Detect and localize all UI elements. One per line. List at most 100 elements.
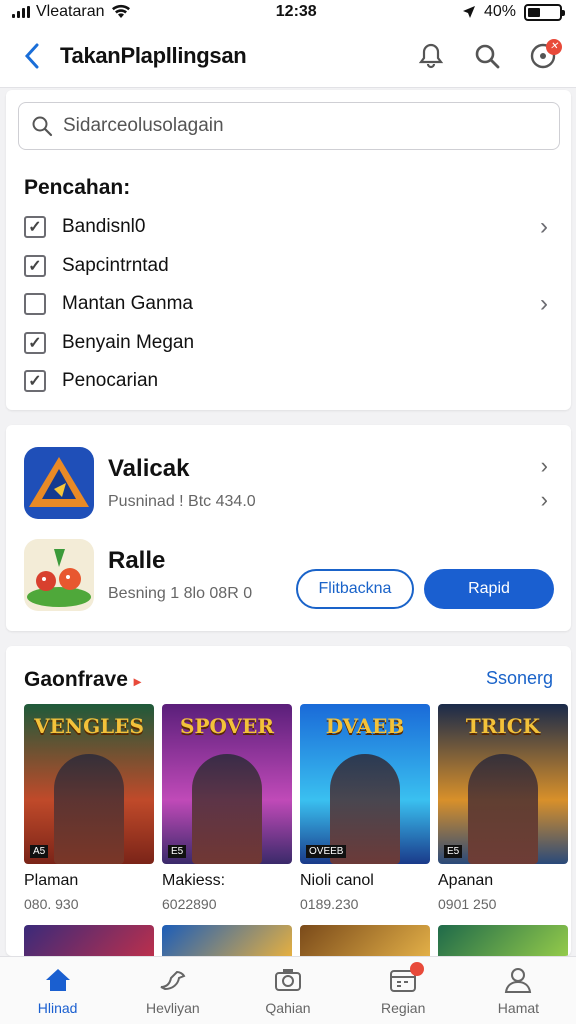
secondary-action-button[interactable]: Flitbackna bbox=[296, 569, 414, 609]
notification-badge bbox=[410, 961, 425, 976]
notification-badge: ✕ bbox=[546, 38, 562, 55]
status-left: Vleataran bbox=[12, 3, 131, 21]
see-all-link[interactable]: Ssonerg bbox=[486, 668, 553, 689]
primary-action-button[interactable]: Rapid bbox=[424, 569, 554, 609]
search-button[interactable] bbox=[468, 37, 506, 75]
checkbox[interactable]: ✓ bbox=[24, 254, 46, 277]
game-name: Apanan bbox=[438, 872, 494, 889]
section-title: Gaonfrave ▸ bbox=[24, 668, 141, 692]
game-meta: 0901 250 bbox=[438, 896, 497, 912]
battery-icon bbox=[523, 3, 565, 21]
filter-option[interactable]: ✓ Bandisnl0 › bbox=[24, 208, 554, 247]
filter-option[interactable]: ✓ Sapcintrntad bbox=[24, 247, 554, 286]
chevron-right-icon[interactable]: › bbox=[541, 453, 548, 479]
calendar-icon bbox=[388, 961, 425, 994]
tab-camera[interactable]: Qahian bbox=[230, 957, 345, 1024]
profile-icon bbox=[503, 966, 533, 994]
games-row-second bbox=[24, 925, 568, 956]
carrier-label: Vleataran bbox=[36, 3, 105, 20]
app-icon-ralle bbox=[24, 539, 94, 611]
search-icon bbox=[475, 44, 500, 68]
game-character bbox=[468, 754, 538, 864]
filter-label: Sapcintrntad bbox=[62, 254, 169, 276]
filter-option[interactable]: ✓ Benyain Megan bbox=[24, 324, 554, 363]
filter-label: Benyain Megan bbox=[62, 331, 195, 353]
profile-button[interactable]: ✕ bbox=[524, 37, 562, 75]
tab-label: Regian bbox=[381, 999, 426, 1016]
tab-label: Hamat bbox=[497, 999, 540, 1016]
back-button[interactable] bbox=[14, 36, 50, 76]
bottom-tab-bar: Hlinad Hevliyan Qahian Regian Hamat bbox=[0, 956, 576, 1024]
chevron-right-icon[interactable]: › bbox=[534, 290, 554, 318]
home-icon bbox=[43, 966, 73, 994]
filter-option[interactable]: Mantan Ganma › bbox=[24, 285, 554, 324]
game-meta: 080. 930 bbox=[24, 896, 79, 912]
filter-list: ✓ Bandisnl0 › ✓ Sapcintrntad Mantan Ganma › ✓ Be… bbox=[24, 208, 554, 401]
game-logo: TRICK bbox=[465, 714, 541, 738]
game-thumbnail[interactable] bbox=[162, 925, 292, 956]
game-card[interactable]: SPOVER E5 Makiess: 6022890 bbox=[162, 704, 292, 912]
filter-option[interactable]: ✓ Penocarian bbox=[24, 362, 554, 401]
bell-icon bbox=[418, 43, 444, 68]
app-icon-valicak bbox=[24, 447, 94, 519]
wifi-icon bbox=[111, 4, 130, 18]
checkbox[interactable] bbox=[24, 293, 46, 316]
filter-label: Mantan Ganma bbox=[62, 293, 193, 315]
camera-icon bbox=[273, 966, 303, 994]
tab-bird[interactable]: Hevliyan bbox=[115, 957, 230, 1024]
page-title: TakanPlapllingsan bbox=[60, 42, 247, 68]
chevron-right-icon[interactable]: › bbox=[541, 487, 548, 513]
rating-badge: E5 bbox=[444, 845, 463, 858]
notification-button[interactable] bbox=[412, 37, 450, 75]
game-name: Nioli canol bbox=[300, 872, 374, 889]
game-character bbox=[192, 754, 262, 864]
status-bar: Vleataran 12:38 40% bbox=[0, 0, 576, 24]
apps-card: Valicak Pusninad ! Btc 434.0 › › Ralle B… bbox=[6, 425, 571, 631]
game-thumbnail[interactable] bbox=[438, 925, 568, 956]
filter-label: Bandisnl0 bbox=[62, 216, 146, 238]
bird-icon bbox=[158, 966, 188, 994]
rating-badge: A5 bbox=[30, 845, 49, 858]
game-card[interactable]: VENGLES A5 Plaman 080. 930 bbox=[24, 704, 154, 912]
game-cover: TRICK E5 bbox=[438, 704, 568, 864]
checkbox[interactable]: ✓ bbox=[24, 216, 46, 239]
rating-badge: OVEEB bbox=[306, 845, 347, 858]
rating-badge: E5 bbox=[168, 845, 187, 858]
game-card[interactable]: TRICK E5 Apanan 0901 250 bbox=[438, 704, 568, 912]
game-logo: SPOVER bbox=[180, 714, 274, 738]
search-icon bbox=[32, 116, 53, 137]
games-card: Gaonfrave ▸ Ssonerg VENGLES A5 Plaman 080. 9… bbox=[6, 646, 571, 956]
game-cover: VENGLES A5 bbox=[24, 704, 154, 864]
game-cover: DVAEB OVEEB bbox=[300, 704, 430, 864]
checkbox[interactable]: ✓ bbox=[24, 331, 46, 354]
checkbox[interactable]: ✓ bbox=[24, 370, 46, 393]
game-name: Makiess: bbox=[162, 872, 226, 889]
tab-home[interactable]: Hlinad bbox=[0, 957, 115, 1024]
chevron-left-icon bbox=[24, 43, 39, 68]
filter-card: Sidarceolusolagain Pencahan: ✓ Bandisnl0 ›… bbox=[6, 90, 571, 410]
signal-icon bbox=[12, 6, 30, 18]
chevron-right-icon[interactable]: › bbox=[534, 213, 554, 241]
game-meta: 0189.230 bbox=[300, 896, 359, 912]
battery-percent: 40% bbox=[483, 3, 516, 20]
section-title-text: Gaonfrave bbox=[24, 668, 128, 691]
game-card[interactable]: DVAEB OVEEB Nioli canol 0189.230 bbox=[300, 704, 430, 912]
arrow-right-icon: ▸ bbox=[133, 673, 141, 689]
game-meta: 6022890 bbox=[162, 896, 217, 912]
game-thumbnail[interactable] bbox=[24, 925, 154, 956]
top-app-bar: TakanPlapllingsan ✕ bbox=[0, 24, 576, 88]
tab-profile[interactable]: Hamat bbox=[461, 957, 576, 1024]
tab-calendar[interactable]: Regian bbox=[346, 957, 461, 1024]
status-time: 12:38 bbox=[275, 3, 317, 20]
tab-label: Hlinad bbox=[37, 999, 78, 1016]
status-right: 40% bbox=[462, 3, 565, 21]
filter-title: Pencahan: bbox=[24, 176, 131, 199]
location-arrow-icon bbox=[462, 6, 475, 18]
games-row: VENGLES A5 Plaman 080. 930 SPOVER E5 Makiess: 6… bbox=[24, 704, 568, 912]
game-thumbnail[interactable] bbox=[300, 925, 430, 956]
tab-label: Qahian bbox=[265, 999, 311, 1016]
game-name: Plaman bbox=[24, 872, 79, 889]
app-meta: Pusninad ! Btc 434.0 bbox=[108, 493, 256, 510]
search-field[interactable]: Sidarceolusolagain bbox=[18, 102, 560, 150]
app-row[interactable]: Valicak Pusninad ! Btc 434.0 › › bbox=[24, 447, 554, 519]
